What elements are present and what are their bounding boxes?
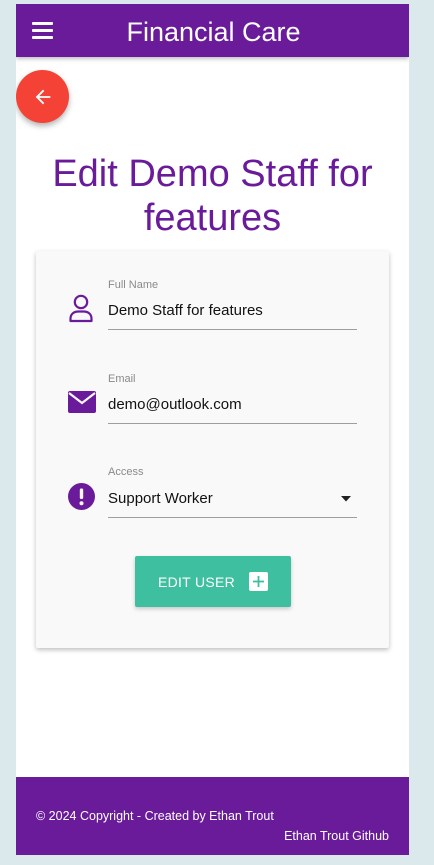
full-name-input[interactable]: Demo Staff for features [108,302,357,319]
edit-user-button-label: EDIT USER [157,573,236,590]
brand-title[interactable]: Financial Care [16,16,409,48]
envelope-icon [68,391,96,413]
arrow-left-icon [35,89,50,104]
email-input[interactable]: demo@outlook.com [108,396,357,413]
email-label: Email [108,373,136,385]
page-title: Edit Demo Staff for features [52,153,373,239]
person-icon [69,294,93,323]
full-name-label: Full Name [108,279,159,291]
footer: © 2024 Copyright - Created by Ethan Trou… [16,777,409,855]
plus-box-icon [249,572,269,591]
access-label: Access [108,466,144,478]
app-container: Financial Care Edit Demo Staff for featu… [16,4,409,855]
edit-user-button[interactable]: EDIT USER [135,556,291,607]
dropdown-arrow-icon[interactable] [340,495,352,503]
email-underline [108,423,357,424]
access-underline [108,517,357,518]
copyright-text: © 2024 Copyright - Created by Ethan Trou… [36,809,274,823]
exclamation-circle-icon [68,483,95,510]
edit-user-form: Full Name Demo Staff for features Email … [36,251,389,648]
access-select[interactable]: Support Worker [108,490,357,507]
full-name-underline [108,329,357,330]
back-button[interactable] [16,70,69,123]
github-link[interactable]: Ethan Trout Github [284,829,389,843]
navbar: Financial Care [16,4,409,57]
